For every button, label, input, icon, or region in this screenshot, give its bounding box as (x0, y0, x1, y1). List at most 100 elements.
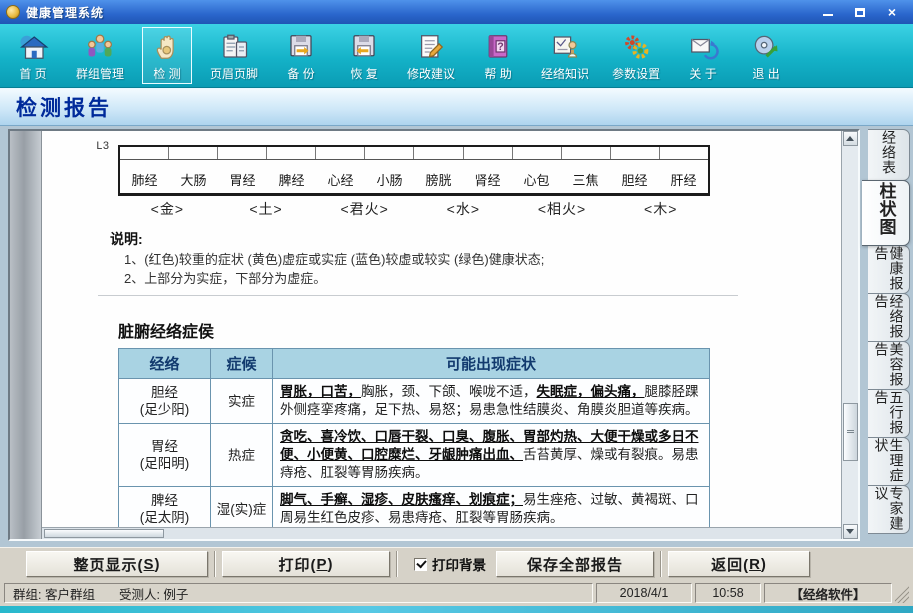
tab-expert-advice[interactable]: 专家建议 (868, 485, 910, 534)
svg-text:?: ? (497, 41, 503, 53)
app-logo-icon (6, 5, 20, 19)
vertical-scrollbar-thumb[interactable] (843, 403, 858, 461)
print-background-checkbox[interactable] (414, 558, 427, 571)
notes-title: 说明: (110, 229, 730, 249)
element-label: <相火> (513, 199, 612, 219)
clipboard-icon (216, 30, 252, 64)
toolbar-label: 检 测 (153, 65, 180, 82)
knowledge-board-icon (547, 30, 583, 64)
tick-cell (611, 147, 660, 159)
vertical-scroll-track[interactable] (843, 146, 858, 524)
toolbar-label: 备 份 (287, 65, 314, 82)
toolbar-button-help[interactable]: ? 帮 助 (473, 27, 523, 84)
legend-notes: 说明: 1、(红色)较重的症状 (黄色)虚症或实症 (蓝色)较虚或较实 (绿色)… (110, 229, 730, 287)
main-toolbar: 首 页 群组管理 检 测 页眉页脚 备 份 恢 复 修改建议 ? 帮 助 (0, 24, 913, 88)
meridian-label: 膀胱 (414, 170, 463, 193)
toolbar-button-restore[interactable]: 恢 复 (339, 27, 389, 84)
toolbar-button-backup[interactable]: 备 份 (276, 27, 326, 84)
tick-cell (169, 147, 218, 159)
report-viewer: L3 肺经 大肠 胃经 脾经 心经 小肠 (8, 129, 860, 541)
users-icon (82, 30, 118, 64)
tab-label: 健康报告 (874, 246, 904, 294)
table-row: 胆经 (足少阳) 实症 胃胀，口苦，胸胀，颈、下颌、喉咙不适，失眠症，偏头痛，腿… (119, 379, 710, 424)
toolbar-button-about[interactable]: 关 于 (678, 27, 728, 84)
toolbar-label: 首 页 (19, 65, 46, 82)
meridian-label: 肾经 (463, 170, 512, 193)
toolbar-button-meridian-knowledge[interactable]: 经络知识 (536, 27, 594, 84)
toolbar-button-settings[interactable]: 参数设置 (607, 27, 665, 84)
syndrome-table: 经络 症候 可能出现症状 胆经 (足少阳) 实症 (118, 348, 710, 527)
back-button[interactable]: 返回(R) (668, 551, 810, 577)
toolbar-label: 页眉页脚 (210, 65, 258, 82)
hand-icon (149, 30, 185, 64)
note-line: 1、(红色)较重的症状 (黄色)虚症或实症 (蓝色)较虚或较实 (绿色)健康状态… (124, 252, 730, 268)
horizontal-scrollbar[interactable] (42, 527, 841, 539)
toolbar-button-group-manage[interactable]: 群组管理 (71, 27, 129, 84)
viewer-left-gutter (10, 131, 42, 539)
meridian-label: 心包 (512, 170, 561, 193)
tab-meridian-report[interactable]: 经络报告 (868, 293, 910, 342)
toolbar-button-home[interactable]: 首 页 (8, 27, 58, 84)
meridian-name: 脾经 (121, 492, 208, 509)
toolbar-button-edit-suggestions[interactable]: 修改建议 (402, 27, 460, 84)
tab-health-report[interactable]: 健康报告 (868, 245, 910, 294)
column-header-syndrome: 症候 (211, 349, 273, 379)
bottom-button-bar: 整页显示(S) 打印(P) 打印背景 保存全部报告 返回(R) (0, 547, 913, 580)
button-hotkey: R (749, 556, 761, 573)
toolbar-button-detect[interactable]: 检 测 (142, 27, 192, 84)
separator (396, 551, 398, 577)
close-button[interactable]: × (881, 4, 903, 20)
report-page-wrap: L3 肺经 大肠 胃经 脾经 心经 小肠 (42, 131, 841, 539)
resize-grip-icon[interactable] (895, 583, 909, 603)
tick-cell (464, 147, 513, 159)
minimize-button[interactable] (817, 4, 839, 20)
tab-physiological-symptoms[interactable]: 生理症状 (868, 437, 910, 486)
print-background-label: 打印背景 (432, 554, 486, 574)
arrow-down-icon (846, 529, 854, 534)
maximize-button[interactable] (849, 4, 871, 20)
divider (98, 295, 738, 296)
tick-cell (562, 147, 611, 159)
horizontal-scrollbar-thumb[interactable] (44, 529, 164, 538)
toolbar-button-exit[interactable]: 退 出 (741, 27, 791, 84)
button-text: 整页显示( (73, 554, 143, 575)
status-subject: 受测人: 例子 (119, 584, 188, 603)
syndrome-section-title: 脏腑经络症侯 (118, 318, 841, 342)
element-label: <土> (217, 199, 316, 219)
meridian-label: 胃经 (218, 170, 267, 193)
window-controls: × (817, 4, 907, 20)
meridian-position: (足少阳) (121, 401, 208, 418)
scroll-up-button[interactable] (843, 131, 858, 146)
button-hotkey: S (143, 556, 154, 573)
full-page-display-button[interactable]: 整页显示(S) (26, 551, 208, 577)
print-button[interactable]: 打印(P) (222, 551, 390, 577)
status-panel-time: 10:58 (695, 583, 761, 603)
print-background-checkbox-row[interactable]: 打印背景 (414, 554, 486, 574)
tab-beauty-report[interactable]: 美容报告 (868, 341, 910, 390)
maximize-icon (855, 8, 865, 17)
thumb-grip-icon (847, 430, 854, 433)
scroll-down-button[interactable] (843, 524, 858, 539)
title-bar: 健康管理系统 × (0, 0, 913, 24)
tab-bar-chart[interactable]: 柱状图 (862, 180, 910, 246)
meridian-label: 三焦 (561, 170, 610, 193)
element-label: <金> (118, 199, 217, 219)
meridian-label: 脾经 (267, 170, 316, 193)
tab-label: 生理症状 (874, 438, 904, 486)
vertical-scrollbar[interactable] (841, 131, 858, 539)
button-text: ) (761, 556, 767, 573)
meridian-label: 肺经 (120, 170, 169, 193)
tab-five-element-report[interactable]: 五行报告 (868, 389, 910, 438)
save-all-reports-button[interactable]: 保存全部报告 (496, 551, 654, 577)
tab-meridian-table[interactable]: 经络表 (868, 129, 910, 181)
note-line: 2、上部分为实症，下部分为虚症。 (124, 271, 730, 287)
tick-cell (660, 147, 708, 159)
toolbar-button-header-footer[interactable]: 页眉页脚 (205, 27, 263, 84)
symptoms-cell: 脚气、手癣、湿疹、皮肤瘙痒、划痕症；易生痤疮、过敏、黄褐斑、口周易生红色皮疹、易… (273, 487, 710, 528)
tab-label: 专家建议 (874, 486, 904, 534)
tab-label: 柱状图 (877, 182, 895, 244)
element-label: <水> (414, 199, 513, 219)
tab-label: 经络报告 (874, 294, 904, 342)
button-hotkey: P (316, 556, 327, 573)
page-header: 检测报告 (0, 88, 913, 126)
